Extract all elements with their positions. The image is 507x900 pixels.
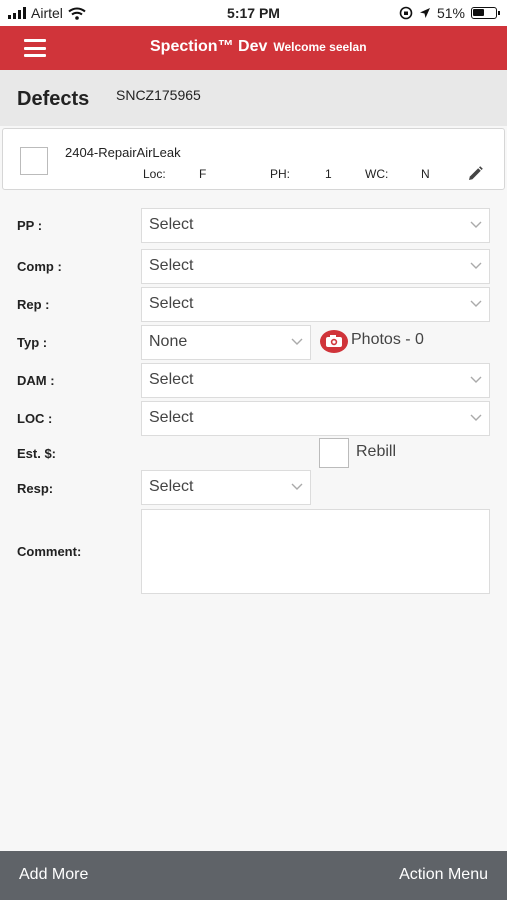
- loc-label: Loc:: [143, 167, 166, 181]
- rep-select-value: Select: [149, 295, 194, 312]
- chevron-down-icon: [470, 376, 482, 383]
- comp-select[interactable]: Select: [141, 249, 490, 284]
- est-label: Est. $:: [17, 446, 57, 461]
- resp-select[interactable]: Select: [141, 470, 311, 505]
- pencil-icon[interactable]: [466, 165, 484, 183]
- page-title: Defects: [17, 88, 90, 110]
- screen-lock-icon: [399, 6, 413, 20]
- battery-level: [473, 9, 484, 16]
- rebill-label: Rebill: [356, 443, 397, 460]
- wc-label: WC:: [365, 167, 389, 181]
- dam-select-value: Select: [149, 371, 194, 388]
- typ-select-value: None: [149, 333, 188, 350]
- chevron-down-icon: [470, 262, 482, 269]
- app-title-group: Spection™ Dev Welcome seelan: [150, 38, 367, 56]
- status-bar: Airtel 5:17 PM 51%: [0, 0, 507, 26]
- typ-select[interactable]: None: [141, 325, 311, 360]
- action-menu-button[interactable]: Action Menu: [399, 866, 488, 884]
- loc-value: F: [199, 167, 207, 181]
- loc-select[interactable]: Select: [141, 401, 490, 436]
- battery-percent: 51%: [436, 5, 465, 21]
- chevron-down-icon: [470, 300, 482, 307]
- location-arrow-icon: [419, 8, 430, 18]
- comp-select-value: Select: [149, 257, 194, 274]
- rep-select[interactable]: Select: [141, 287, 490, 322]
- dam-select[interactable]: Select: [141, 363, 490, 398]
- chevron-down-icon: [291, 338, 303, 345]
- dam-label: DAM :: [17, 373, 55, 388]
- chevron-down-icon: [470, 221, 482, 228]
- ph-label: PH:: [270, 167, 291, 181]
- defect-card[interactable]: 2404-RepairAirLeak Loc: F PH: 1 WC: N: [2, 128, 505, 190]
- defect-checkbox[interactable]: [20, 147, 48, 175]
- typ-label: Typ :: [17, 335, 48, 350]
- hamburger-icon[interactable]: [24, 39, 46, 57]
- loc-select-value: Select: [149, 409, 194, 426]
- chevron-down-icon: [470, 414, 482, 421]
- defect-code: 2404-RepairAirLeak: [65, 145, 181, 160]
- welcome-text: Welcome seelan: [273, 40, 367, 54]
- page-header: Defects SNCZ175965: [0, 70, 507, 126]
- pp-select-value: Select: [149, 216, 194, 233]
- loc-field-label: LOC :: [17, 411, 53, 426]
- photos-count[interactable]: Photos - 0: [351, 331, 424, 349]
- camera-icon[interactable]: [319, 329, 349, 354]
- footer-bar: Add More Action Menu: [0, 851, 507, 900]
- rep-label: Rep :: [17, 297, 50, 312]
- pp-label: PP :: [17, 218, 43, 233]
- resp-select-value: Select: [149, 478, 194, 495]
- resp-label: Resp:: [17, 481, 54, 496]
- comment-label: Comment:: [17, 544, 82, 559]
- rebill-checkbox[interactable]: [319, 438, 349, 468]
- comp-label: Comp :: [17, 259, 62, 274]
- comment-textarea[interactable]: [141, 509, 490, 594]
- status-right: 51%: [399, 5, 500, 21]
- app-bar: Spection™ Dev Welcome seelan: [0, 26, 507, 70]
- pp-select[interactable]: Select: [141, 208, 490, 243]
- chevron-down-icon: [291, 483, 303, 490]
- add-more-button[interactable]: Add More: [19, 866, 88, 884]
- battery-icon: [471, 7, 500, 19]
- wc-value: N: [421, 167, 430, 181]
- unit-id: SNCZ175965: [116, 87, 201, 103]
- app-title: Spection™ Dev: [150, 38, 268, 55]
- ph-value: 1: [325, 167, 332, 181]
